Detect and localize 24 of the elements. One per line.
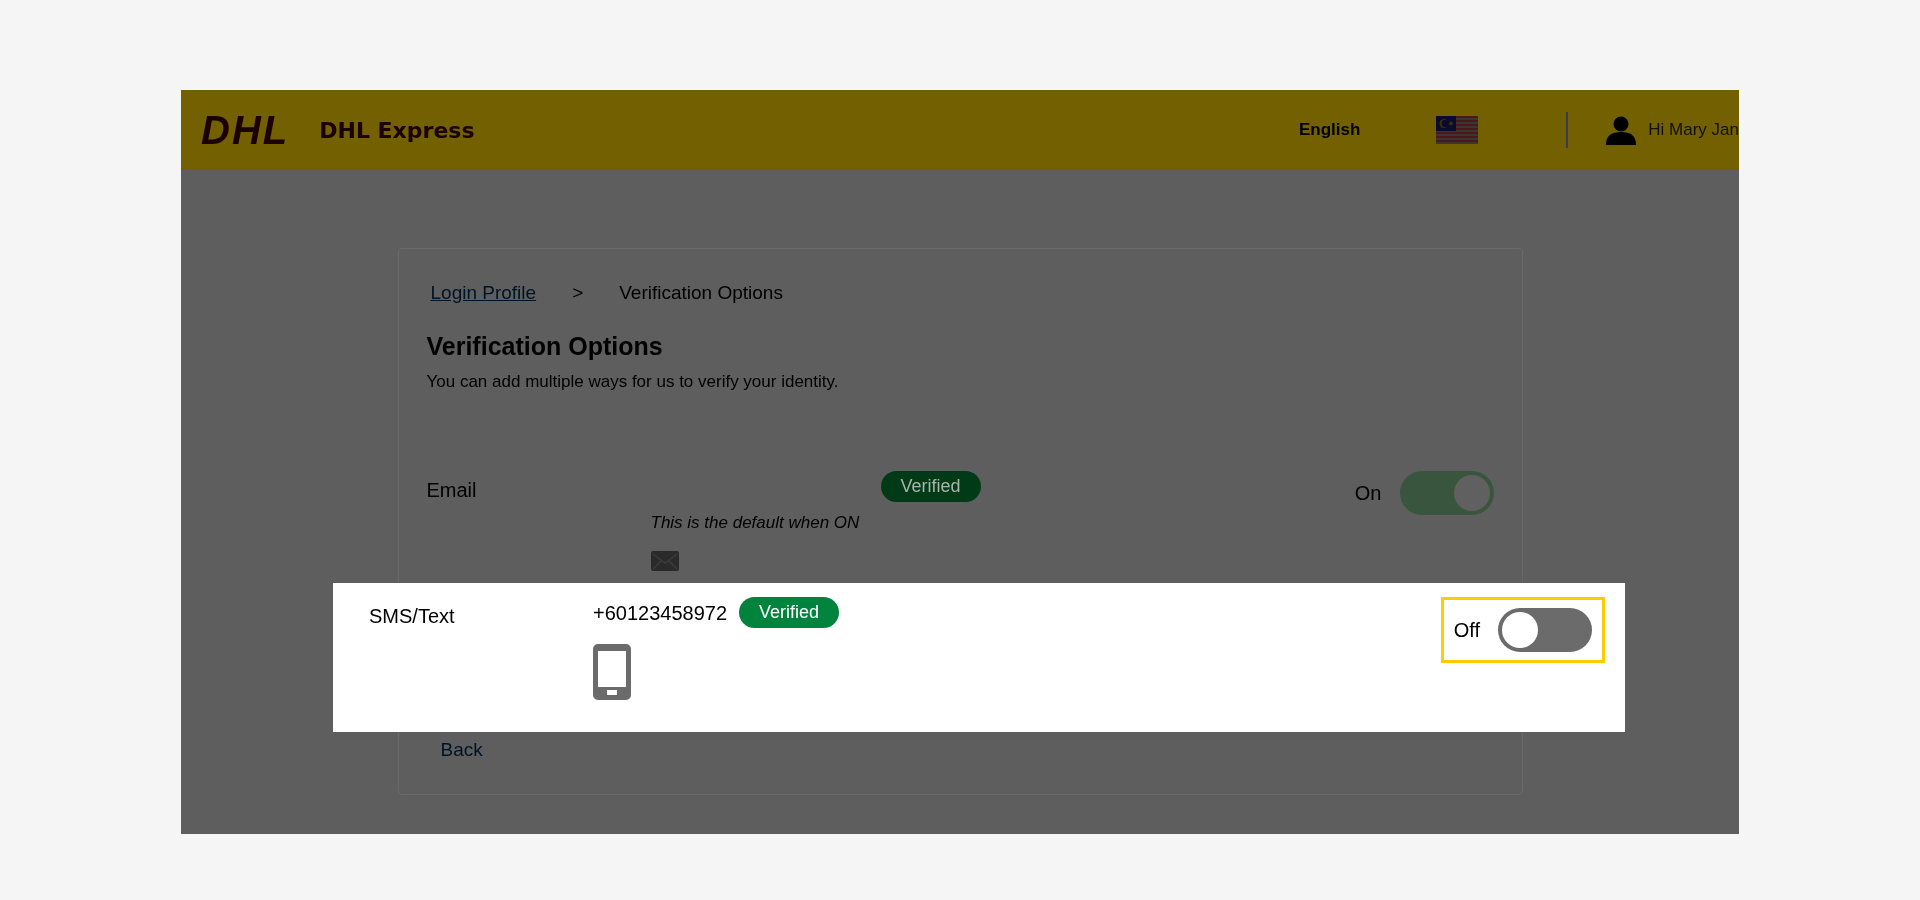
breadcrumb-link[interactable]: Login Profile: [430, 279, 537, 308]
method-label: Email: [426, 477, 478, 503]
toggle-switch[interactable]: [1498, 608, 1592, 652]
user-icon[interactable]: [1606, 115, 1637, 145]
method-label: SMS/Text: [369, 604, 456, 629]
toggle-label: Off: [1453, 618, 1480, 643]
page-title: Verification Options: [426, 330, 664, 362]
verified-badge: Verified: [739, 597, 840, 628]
brand-name: DHL Express: [319, 116, 475, 145]
page-subtitle: You can add multiple ways for us to verify your identity.: [426, 371, 840, 393]
back-link[interactable]: Back: [440, 735, 1494, 764]
phone-number: +60123458972: [593, 600, 728, 626]
mobile-phone-icon: [593, 644, 631, 700]
breadcrumb-current: Verification Options: [619, 281, 783, 305]
envelope-icon: [650, 551, 679, 571]
default-note: This is the default when ON: [650, 511, 861, 534]
breadcrumb-separator: >: [572, 281, 584, 305]
flag-icon[interactable]: [1436, 116, 1479, 144]
toggle-switch[interactable]: [1399, 470, 1494, 515]
language-selector[interactable]: English: [1298, 117, 1361, 143]
verified-badge: Verified: [880, 470, 981, 502]
user-greeting[interactable]: Hi Mary Jan: [1648, 117, 1739, 143]
toggle-label: On: [1354, 480, 1382, 506]
logo[interactable]: DHL: [201, 100, 290, 160]
